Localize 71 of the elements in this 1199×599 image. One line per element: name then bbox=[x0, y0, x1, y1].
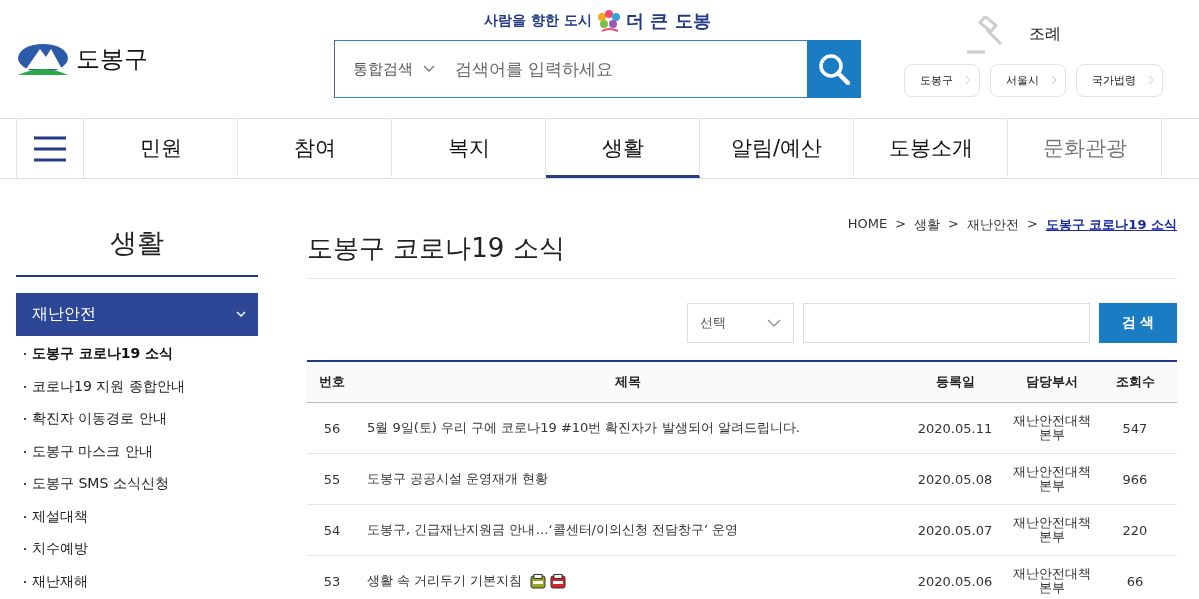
title-link[interactable]: 5월 9일(토) 우리 구에 코로나19 #10번 확진자가 발생되어 알려드립니다. bbox=[357, 402, 899, 454]
chevron-down-icon bbox=[767, 318, 781, 328]
search-button[interactable]: 검 색 bbox=[1099, 303, 1177, 343]
nav-tab[interactable]: 복지 bbox=[392, 119, 546, 178]
nav-tab[interactable]: 민원 bbox=[84, 119, 238, 178]
table-cell: 재난안전대책 본부 bbox=[1013, 566, 1091, 596]
sidebar-item[interactable]: 도봉구 SMS 소식신청 bbox=[32, 475, 169, 494]
law-link-button[interactable]: 국가법령 bbox=[1075, 63, 1163, 97]
table-cell: 56 bbox=[307, 402, 357, 454]
column-header: 번호 bbox=[307, 361, 357, 403]
logo-icon bbox=[18, 43, 68, 75]
table-cell: 재난안전대책 본부 bbox=[1013, 413, 1091, 443]
sidebar-item[interactable]: 재난재해 bbox=[32, 572, 88, 591]
table-cell: 55 bbox=[307, 453, 357, 505]
breadcrumb-separator: > bbox=[895, 216, 907, 233]
scope-dropdown[interactable]: 통합검색 bbox=[335, 59, 453, 79]
column-header: 등록일 bbox=[899, 361, 1011, 403]
column-header: 담당부서 bbox=[1011, 361, 1093, 403]
slogan-text: 사람을 향한 도시 bbox=[484, 12, 593, 30]
section-dropdown[interactable]: 재난안전 bbox=[16, 293, 258, 336]
nav-tab[interactable]: 생활 bbox=[546, 119, 700, 178]
table-cell: 2020.05.08 bbox=[899, 453, 1011, 505]
gavel-icon bbox=[965, 15, 1005, 54]
sidebar-title: 생활 bbox=[16, 179, 258, 277]
chevron-right-icon bbox=[1050, 75, 1057, 85]
chevron-down-icon bbox=[423, 65, 435, 73]
table-cell: 547 bbox=[1093, 402, 1177, 454]
search-icon bbox=[818, 53, 850, 85]
table-cell: 재난안전대책 본부 bbox=[1013, 464, 1091, 494]
logo-text: 도봉구 bbox=[76, 44, 148, 75]
nav-tab[interactable]: 알림/예산 bbox=[700, 119, 854, 178]
keyword-field[interactable] bbox=[803, 303, 1090, 343]
table-cell: 66 bbox=[1093, 555, 1177, 599]
table-cell: 54 bbox=[307, 504, 357, 556]
breadcrumb-separator: > bbox=[948, 216, 959, 233]
table-cell: 2020.05.06 bbox=[899, 555, 1011, 599]
sidebar-item[interactable]: 확진자 이동경로 안내 bbox=[32, 410, 167, 429]
title-link[interactable]: 도봉구 공공시설 운영재개 현황 bbox=[357, 453, 899, 505]
brand-slogan: 더 큰 도봉 bbox=[626, 9, 711, 33]
table-cell: 966 bbox=[1093, 453, 1177, 505]
pdf-file-icon[interactable] bbox=[550, 574, 567, 589]
table-cell: 2020.05.11 bbox=[899, 402, 1011, 454]
sidebar-item[interactable]: 치수예방 bbox=[32, 540, 88, 559]
table-cell: 재난안전대책 본부 bbox=[1013, 515, 1091, 545]
table-cell: 2020.05.07 bbox=[899, 504, 1011, 556]
chevron-right-icon bbox=[1147, 75, 1154, 85]
nav-tab[interactable]: 문화관광 bbox=[1008, 119, 1162, 178]
law-link-button[interactable]: 서울시 bbox=[989, 63, 1066, 97]
table-cell: 220 bbox=[1093, 504, 1177, 556]
sidebar-item[interactable]: 도봉구 마스크 안내 bbox=[32, 442, 153, 461]
breadcrumb-separator: > bbox=[1026, 216, 1038, 233]
sidebar-item[interactable]: 도봉구 코로나19 소식 bbox=[32, 345, 174, 364]
chevron-right-icon bbox=[964, 75, 971, 85]
nav-tab[interactable]: 도봉소개 bbox=[854, 119, 1008, 178]
table-cell: 53 bbox=[307, 555, 357, 599]
hwp-file-icon[interactable] bbox=[530, 574, 547, 589]
chevron-down-icon bbox=[236, 311, 246, 318]
title-link[interactable]: 도봉구, 긴급재난지원금 안내…‘콜센터/이의신청 전담창구’ 운영 bbox=[357, 504, 899, 556]
search-button[interactable] bbox=[807, 40, 861, 98]
sidebar-item[interactable]: 코로나19 지원 종합안내 bbox=[32, 377, 185, 396]
ordinance-label: 조례 bbox=[1029, 24, 1061, 45]
flower-logo-icon bbox=[596, 9, 623, 33]
law-link-button[interactable]: 도봉구 bbox=[903, 63, 980, 97]
menu-icon bbox=[34, 135, 66, 162]
column-header: 제목 bbox=[357, 361, 899, 403]
nav-tab[interactable]: 참여 bbox=[238, 119, 392, 178]
column-header: 조회수 bbox=[1093, 361, 1177, 403]
category-select[interactable]: 선택 bbox=[687, 303, 794, 343]
sidebar-item[interactable]: 제설대책 bbox=[32, 507, 88, 526]
title-link[interactable]: 생활 속 거리두기 기본지침 bbox=[357, 555, 899, 599]
search-field[interactable]: 통합검색 검색어를 입력하세요 bbox=[334, 40, 807, 98]
